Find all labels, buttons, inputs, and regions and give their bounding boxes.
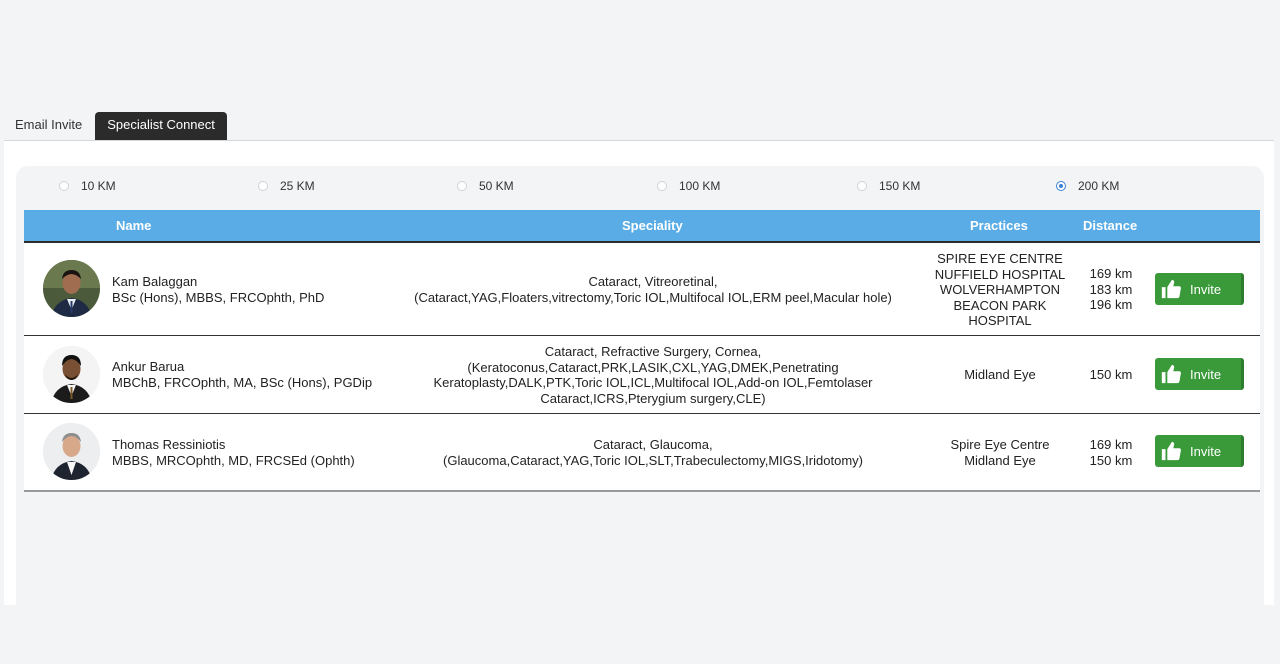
distance-filter: 10 KM 25 KM 50 KM 100 KM 150 KM 200 KM (16, 166, 1264, 208)
radio-150km[interactable]: 150 KM (857, 179, 920, 193)
radio-label: 100 KM (679, 179, 721, 193)
specialist-name-block: Ankur Barua MBChB, FRCOphth, MA, BSc (Ho… (112, 359, 372, 391)
radio-10km[interactable]: 10 KM (59, 179, 116, 193)
distance-line: 169 km (1089, 266, 1133, 281)
distance-line: 196 km (1089, 297, 1133, 312)
table-row: Kam Balaggan BSc (Hons), MBBS, FRCOphth,… (24, 243, 1260, 336)
radio-50km[interactable]: 50 KM (457, 179, 514, 193)
table-header: Name Speciality Practices Distance (24, 210, 1260, 243)
invite-label: Invite (1190, 281, 1222, 297)
speciality-line: Cataract, Glaucoma, (593, 437, 713, 452)
practice-line: Spire Eye Centre (950, 437, 1050, 452)
practice-line: NUFFIELD HOSPITAL (934, 266, 1066, 282)
tab-specialist-connect[interactable]: Specialist Connect (95, 112, 227, 140)
distance-cell: 169 km 150 km (1078, 437, 1144, 468)
speciality-cell: Cataract, Glaucoma, (Glaucoma,Cataract,Y… (398, 437, 908, 468)
specialist-card: 10 KM 25 KM 50 KM 100 KM 150 KM 200 KM N… (16, 166, 1264, 616)
specialist-credentials: BSc (Hons), MBBS, FRCOphth, PhD (112, 290, 325, 305)
practice-line: Midland Eye (964, 367, 1036, 382)
practice-line: Midland Eye (964, 452, 1036, 468)
speciality-cell: Cataract, Refractive Surgery, Cornea, (K… (398, 344, 908, 406)
radio-button[interactable] (1056, 181, 1066, 191)
tab-bar: Email Invite Specialist Connect (4, 112, 227, 140)
practice-line: WOLVERHAMPTON (939, 282, 1061, 297)
radio-100km[interactable]: 100 KM (657, 179, 720, 193)
speciality-line: (Keratoconus,Cataract,PRK,LASIK,CXL,YAG,… (467, 359, 839, 375)
thumbs-up-icon (1160, 278, 1182, 300)
radio-label: 25 KM (280, 179, 315, 193)
radio-200km[interactable]: 200 KM (1056, 179, 1119, 193)
header-name: Name (116, 218, 152, 233)
distance-line: 150 km (1089, 367, 1133, 382)
table-row: Ankur Barua MBChB, FRCOphth, MA, BSc (Ho… (24, 336, 1260, 414)
invite-button[interactable]: Invite (1155, 358, 1244, 390)
avatar (43, 260, 100, 317)
specialist-name: Thomas Ressiniotis (112, 437, 226, 452)
specialist-connect-panel: 10 KM 25 KM 50 KM 100 KM 150 KM 200 KM N… (4, 140, 1274, 616)
practice-line: BEACON PARK (953, 297, 1047, 313)
header-distance: Distance (1083, 218, 1138, 233)
radio-label: 50 KM (479, 179, 514, 193)
speciality-line: (Cataract,YAG,Floaters,vitrectomy,Toric … (414, 289, 892, 305)
distance-cell: 150 km (1078, 367, 1144, 383)
speciality-line: Cataract, Refractive Surgery, Cornea, (544, 344, 762, 359)
distance-line: 150 km (1089, 452, 1133, 468)
speciality-line: Cataract, Vitreoretinal, (588, 274, 718, 289)
radio-button[interactable] (657, 181, 667, 191)
specialist-credentials: MBBS, MRCOphth, MD, FRCSEd (Ophth) (112, 453, 355, 468)
specialist-table: Name Speciality Practices Distance Kam B… (24, 210, 1260, 492)
thumbs-up-icon (1160, 440, 1182, 462)
header-speciality: Speciality (622, 218, 683, 233)
invite-label: Invite (1190, 366, 1222, 382)
radio-button[interactable] (457, 181, 467, 191)
invite-button[interactable]: Invite (1155, 273, 1244, 305)
practice-line: HOSPITAL (968, 313, 1032, 328)
speciality-cell: Cataract, Vitreoretinal, (Cataract,YAG,F… (398, 274, 908, 305)
specialist-credentials: MBChB, FRCOphth, MA, BSc (Hons), PGDip (112, 375, 373, 390)
specialist-name: Ankur Barua (112, 359, 185, 374)
thumbs-up-icon (1160, 363, 1182, 385)
radio-label: 200 KM (1078, 179, 1120, 193)
radio-button[interactable] (258, 181, 268, 191)
distance-line: 183 km (1089, 281, 1133, 297)
table-row: Thomas Ressiniotis MBBS, MRCOphth, MD, F… (24, 414, 1260, 492)
invite-label: Invite (1190, 443, 1222, 459)
practice-line: SPIRE EYE CENTRE (937, 251, 1063, 266)
radio-button[interactable] (59, 181, 69, 191)
specialist-name-block: Thomas Ressiniotis MBBS, MRCOphth, MD, F… (112, 437, 355, 469)
tab-email-invite[interactable]: Email Invite (4, 112, 93, 140)
practices-cell: Spire Eye Centre Midland Eye (924, 437, 1076, 468)
avatar (43, 423, 100, 480)
speciality-line: Cataract,ICRS,Pterygium surgery,CLE) (540, 390, 766, 406)
distance-line: 169 km (1089, 437, 1133, 452)
avatar (43, 346, 100, 403)
specialist-name: Kam Balaggan (112, 274, 198, 289)
speciality-line: (Glaucoma,Cataract,YAG,Toric IOL,SLT,Tra… (443, 452, 863, 468)
radio-25km[interactable]: 25 KM (258, 179, 315, 193)
practices-cell: SPIRE EYE CENTRE NUFFIELD HOSPITAL WOLVE… (924, 251, 1076, 329)
invite-button[interactable]: Invite (1155, 435, 1244, 467)
distance-cell: 169 km 183 km 196 km (1078, 266, 1144, 313)
header-practices: Practices (970, 218, 1028, 233)
practices-cell: Midland Eye (924, 367, 1076, 383)
speciality-line: Keratoplasty,DALK,PTK,Toric IOL,ICL,Mult… (433, 375, 873, 390)
radio-button[interactable] (857, 181, 867, 191)
radio-label: 150 KM (879, 179, 921, 193)
specialist-name-block: Kam Balaggan BSc (Hons), MBBS, FRCOphth,… (112, 274, 324, 306)
radio-label: 10 KM (81, 179, 116, 193)
